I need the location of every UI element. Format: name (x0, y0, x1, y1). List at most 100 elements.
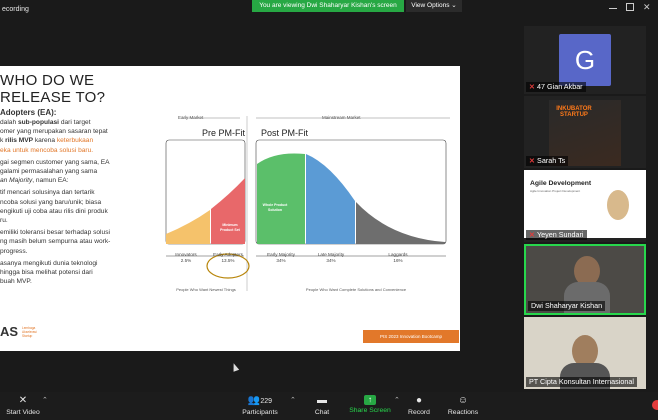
p1-e: karena (33, 137, 57, 145)
reactions-button[interactable]: ☺ Reactions (444, 392, 482, 420)
laggards-label: Laggards 16% (373, 252, 423, 264)
p1-orange1: keterbukaan (56, 137, 94, 145)
p1-a: dalah (0, 119, 18, 126)
p2-b: galami permasalahan yang sama (0, 168, 98, 176)
p5-c: buah MVP. (0, 278, 32, 286)
laggards-pct: 16% (393, 258, 403, 263)
p1-c: omer yang merupakan sasaran tepat (0, 128, 108, 136)
slide-title: WHO DO WE RELEASE TO? (0, 72, 120, 106)
start-video-button[interactable]: ✕ Start Video (6, 392, 40, 420)
minimize-icon[interactable] (609, 3, 617, 9)
participants-button[interactable]: 👥229 Participants (238, 392, 282, 420)
maximize-icon[interactable] (626, 3, 634, 11)
shared-screen-slide: WHO DO WE RELEASE TO? Adopters (EA): dal… (0, 66, 460, 351)
agile-slide-subtitle: Agile Innovation Project Development (530, 189, 581, 193)
reactions-icon: ☺ (457, 395, 469, 406)
agile-slide-title: Agile Development (530, 180, 592, 187)
slide-title-line2: RELEASE TO? (0, 89, 106, 106)
p3-a: tif mencari solusinya dan tertarik (0, 189, 95, 197)
mic-muted-icon: ✕ (529, 156, 536, 165)
las-logo-subtitle: Lembaga Akselerasi Startup (22, 326, 37, 338)
late-majority-area (306, 154, 355, 244)
chat-label: Chat (314, 409, 330, 416)
p4-b: ng masih belum sempurna atau work- (0, 238, 111, 246)
p1-b: dari target (59, 119, 91, 126)
record-label: Record (408, 409, 430, 416)
p2-a: gai segmen customer yang sama, EA (0, 158, 110, 166)
video-off-icon: ✕ (18, 395, 28, 406)
paragraph-4: emiliki toleransi besar terhadap solusi … (0, 228, 158, 256)
las-logo: AS (0, 324, 19, 339)
chat-button[interactable]: ▬ Chat (308, 392, 336, 420)
participant-tile-pt-cipta[interactable]: PT Cipta Konsultan Internasional (524, 317, 646, 389)
paragraph-1: dalah sub-populasi dari target omer yang… (0, 118, 158, 155)
participant-name-text: Sarah Ts (537, 156, 566, 165)
record-icon: ● (415, 395, 423, 406)
early-majority-area (257, 153, 305, 244)
p5-a: asanya mengikuti dunia teknologi (0, 259, 98, 267)
innovators-area (166, 210, 210, 244)
laggards-area (356, 202, 445, 244)
participant-name: PT Cipta Konsultan Internasional (526, 377, 637, 387)
participant-name: ✕ Yeyen Sundari (526, 230, 587, 240)
view-options-button[interactable]: View Options ⌄ (406, 0, 462, 12)
chevron-down-icon: ⌄ (451, 2, 457, 9)
slide-body-text: Adopters (EA): dalah sub-populasi dari t… (0, 108, 158, 289)
participants-label: Participants (242, 409, 278, 416)
participant-name: ✕ 47 Gian Akbar (526, 82, 586, 92)
p4-c: progress. (0, 247, 28, 255)
p4-a: emiliki toleransi besar terhadap solusi (0, 229, 110, 237)
p3-b: ncoba solusi yang baru/unik; biasa (0, 198, 102, 206)
record-button[interactable]: ● Record (404, 392, 434, 420)
note-complete-solutions: People Who Want Complete Solutions and C… (305, 287, 407, 292)
share-screen-button[interactable]: ↑ Share Screen (346, 392, 394, 420)
share-options-caret[interactable]: ⌃ (394, 396, 400, 404)
share-screen-label: Share Screen (349, 407, 391, 414)
early-adopters-label: Early Adopters 13.5% (203, 252, 253, 264)
paragraph-3: tif mencari solusinya dan tertarik ncoba… (0, 188, 158, 225)
paragraph-5: asanya mengikuti dunia teknologi hingga … (0, 259, 158, 287)
participant-tile-gian[interactable]: G ✕ 47 Gian Akbar (524, 26, 646, 94)
p3-c: engikuti uji coba atau rilis dini produk (0, 207, 108, 215)
early-adopters-pct: 13.5% (221, 258, 235, 263)
chat-icon: ▬ (317, 395, 327, 406)
p1-bold2: rilis MVP (5, 137, 33, 145)
zoom-meeting-window: ecording You are viewing Dwi Shaharyar K… (0, 0, 658, 420)
late-majority-label: Late Majority 34% (306, 252, 356, 264)
participants-options-caret[interactable]: ⌃ (290, 396, 296, 404)
late-majority-pct: 34% (326, 258, 336, 263)
participant-tile-sarah[interactable]: INKUBATOR STARTUP ✕ Sarah Ts (524, 96, 646, 168)
participants-icon: 👥229 (247, 395, 273, 406)
minimum-product-set-callout: Minimum Product Set (220, 223, 240, 232)
mic-muted-icon: ✕ (529, 230, 536, 239)
participant-name-text: PT Cipta Konsultan Internasional (529, 377, 634, 386)
p5-b: hingga bisa melihat potensi dari (0, 269, 93, 277)
early-adopters-area (211, 178, 245, 244)
reactions-label: Reactions (447, 409, 479, 416)
participant-tile-yeyen[interactable]: Agile Development Agile Innovation Proje… (524, 170, 646, 242)
p3-d: ru. (0, 217, 8, 225)
mic-muted-icon: ✕ (529, 82, 536, 91)
avatar: G (559, 34, 611, 86)
participant-name-text: 47 Gian Akbar (537, 82, 583, 91)
early-adopters-heading: Adopters (EA): (0, 108, 57, 117)
slide-title-line1: WHO DO WE (0, 72, 95, 89)
pre-pm-fit-label: Pre PM-Fit (202, 128, 246, 138)
early-majority-label: Early Majority 34% (256, 252, 306, 264)
participant-name-text: Dwi Shaharyar Kishan (531, 301, 603, 310)
participant-tile-dwi-active-speaker[interactable]: Dwi Shaharyar Kishan (524, 244, 646, 315)
video-options-caret[interactable]: ⌃ (42, 396, 48, 404)
recording-label: ecording (2, 6, 29, 13)
participant-name: ✕ Sarah Ts (526, 156, 569, 166)
person-video (607, 190, 629, 220)
start-video-label: Start Video (6, 409, 40, 416)
notification-badge-icon (652, 400, 658, 410)
participant-name: Dwi Shaharyar Kishan (528, 301, 606, 311)
p1-bold: sub-populasi (17, 119, 59, 126)
share-screen-icon: ↑ (364, 395, 376, 405)
note-newest-things: People Who Want Newest Things (176, 287, 236, 292)
p2-c: an Majority (0, 177, 33, 185)
close-icon[interactable]: ✕ (643, 3, 651, 12)
early-majority-pct: 34% (276, 258, 286, 263)
paragraph-2: gai segmen customer yang sama, EA galami… (0, 158, 158, 186)
